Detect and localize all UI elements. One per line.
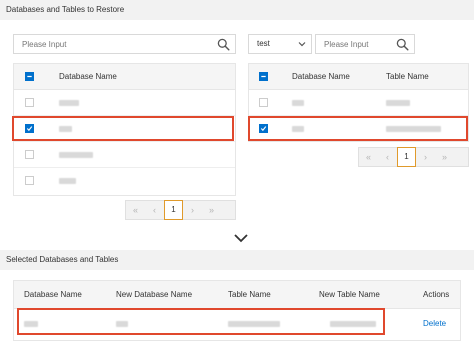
column-header-table-name: Table Name <box>228 290 271 299</box>
redacted-table-name <box>386 100 410 106</box>
chevron-down-icon[interactable] <box>233 233 249 243</box>
current-page-button[interactable]: 1 <box>397 147 416 167</box>
section-header-restore: Databases and Tables to Restore <box>0 0 474 20</box>
table-search-input-wrapper[interactable] <box>315 34 415 54</box>
select-all-checkbox[interactable] <box>25 72 34 81</box>
column-header-table-name: Table Name <box>386 72 429 81</box>
database-row[interactable] <box>14 142 235 168</box>
last-page-button[interactable]: » <box>435 148 454 166</box>
row-checkbox[interactable] <box>259 98 268 107</box>
column-header-new-table-name: New Table Name <box>319 290 380 299</box>
column-header-actions: Actions <box>423 290 450 299</box>
first-page-button[interactable]: « <box>126 201 145 219</box>
database-list-header: Database Name <box>14 64 235 90</box>
chevron-down-icon <box>298 42 306 47</box>
section-title: Selected Databases and Tables <box>6 255 119 264</box>
row-checkbox[interactable] <box>25 98 34 107</box>
search-icon[interactable] <box>217 38 230 51</box>
last-page-button[interactable]: » <box>202 201 221 219</box>
current-page-button[interactable]: 1 <box>164 200 183 220</box>
database-search-input[interactable] <box>14 35 235 53</box>
next-page-button[interactable]: › <box>416 148 435 166</box>
prev-page-button[interactable]: ‹ <box>378 148 397 166</box>
database-row[interactable] <box>14 90 235 116</box>
next-page-button[interactable]: › <box>183 201 202 219</box>
delete-link[interactable]: Delete <box>423 317 446 331</box>
first-page-button[interactable]: « <box>359 148 378 166</box>
section-header-selected: Selected Databases and Tables <box>0 250 474 270</box>
selection-highlight <box>248 116 468 141</box>
database-select-value: test <box>257 39 270 48</box>
column-header-database-name: Database Name <box>292 72 350 81</box>
redacted-database-name <box>59 178 76 184</box>
column-header-database-name: Database Name <box>59 72 117 81</box>
redacted-database-name <box>292 100 304 106</box>
column-header-new-database-name: New Database Name <box>116 290 193 299</box>
row-checkbox[interactable] <box>25 176 34 185</box>
selection-highlight <box>17 308 385 335</box>
database-row[interactable] <box>14 168 235 194</box>
selection-highlight <box>12 116 234 141</box>
table-list-header: Database Name Table Name <box>249 64 468 90</box>
database-select[interactable]: test <box>248 34 312 54</box>
section-title: Databases and Tables to Restore <box>6 5 125 14</box>
redacted-database-name <box>59 100 79 106</box>
selected-tables-header: Database Name New Database Name Table Na… <box>14 281 460 309</box>
database-pagination: « ‹ 1 › » <box>125 200 236 220</box>
column-header-database-name: Database Name <box>24 290 82 299</box>
minus-icon <box>261 75 266 78</box>
row-checkbox[interactable] <box>25 150 34 159</box>
minus-icon <box>27 75 32 78</box>
select-all-checkbox[interactable] <box>259 72 268 81</box>
table-pagination: « ‹ 1 › » <box>358 147 469 167</box>
search-icon[interactable] <box>396 38 409 51</box>
database-search-input-wrapper[interactable] <box>13 34 236 54</box>
redacted-database-name <box>59 152 93 158</box>
prev-page-button[interactable]: ‹ <box>145 201 164 219</box>
table-row[interactable] <box>249 90 468 116</box>
